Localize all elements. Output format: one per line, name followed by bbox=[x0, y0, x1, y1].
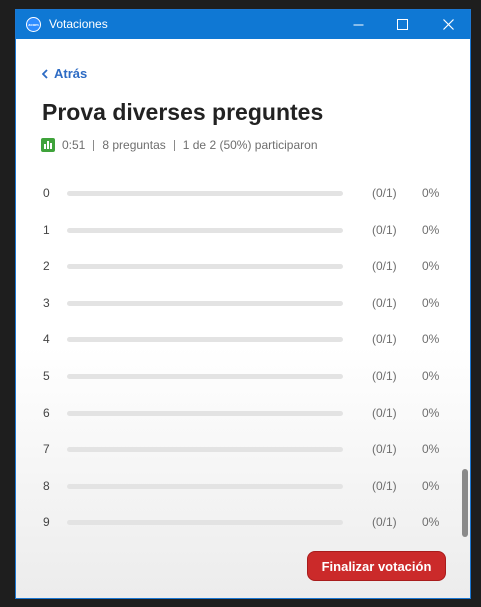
option-percent: 0% bbox=[422, 442, 440, 456]
poll-participation: 1 de 2 (50%) participaron bbox=[182, 138, 318, 152]
option-result-bar bbox=[67, 411, 343, 416]
scrollbar-thumb[interactable] bbox=[462, 469, 468, 537]
back-link[interactable]: Atrás bbox=[42, 66, 87, 81]
option-label: 4 bbox=[43, 332, 50, 346]
option-percent: 0% bbox=[422, 369, 440, 383]
option-result-bar bbox=[67, 264, 343, 269]
poll-title: Prova diverses preguntes bbox=[42, 99, 324, 125]
option-vote-count: (0/1) bbox=[372, 223, 397, 237]
minimize-icon bbox=[353, 24, 363, 26]
option-percent: 0% bbox=[422, 186, 440, 200]
option-row: 5 (0/1) 0% bbox=[16, 366, 470, 386]
option-label: 9 bbox=[43, 515, 50, 529]
option-percent: 0% bbox=[422, 259, 440, 273]
option-row: 0 (0/1) 0% bbox=[16, 183, 470, 203]
option-vote-count: (0/1) bbox=[372, 442, 397, 456]
option-row: 7 (0/1) 0% bbox=[16, 439, 470, 459]
option-row: 9 (0/1) 0% bbox=[16, 512, 470, 532]
option-label: 3 bbox=[43, 296, 50, 310]
option-row: 6 (0/1) 0% bbox=[16, 403, 470, 423]
option-vote-count: (0/1) bbox=[372, 406, 397, 420]
poll-elapsed-time: 0:51 bbox=[62, 138, 86, 152]
window-title: Votaciones bbox=[49, 17, 108, 31]
option-label: 2 bbox=[43, 259, 50, 273]
option-label: 6 bbox=[43, 406, 50, 420]
option-result-bar bbox=[67, 520, 343, 525]
option-vote-count: (0/1) bbox=[372, 479, 397, 493]
poll-chart-icon bbox=[41, 138, 55, 152]
option-vote-count: (0/1) bbox=[372, 369, 397, 383]
title-bar[interactable]: zoom Votaciones bbox=[16, 10, 470, 39]
option-percent: 0% bbox=[422, 332, 440, 346]
option-result-bar bbox=[67, 337, 343, 342]
option-percent: 0% bbox=[422, 515, 440, 529]
divider bbox=[173, 139, 175, 151]
option-vote-count: (0/1) bbox=[372, 332, 397, 346]
option-row: 4 (0/1) 0% bbox=[16, 329, 470, 349]
option-result-bar bbox=[67, 484, 343, 489]
option-row: 2 (0/1) 0% bbox=[16, 256, 470, 276]
minimize-button[interactable] bbox=[336, 10, 380, 39]
option-label: 7 bbox=[43, 442, 50, 456]
option-percent: 0% bbox=[422, 406, 440, 420]
option-percent: 0% bbox=[422, 296, 440, 310]
option-row: 8 (0/1) 0% bbox=[16, 476, 470, 496]
divider bbox=[93, 139, 95, 151]
option-label: 8 bbox=[43, 479, 50, 493]
option-vote-count: (0/1) bbox=[372, 515, 397, 529]
option-result-bar bbox=[67, 228, 343, 233]
option-label: 1 bbox=[43, 223, 50, 237]
option-row: 1 (0/1) 0% bbox=[16, 220, 470, 240]
option-vote-count: (0/1) bbox=[372, 186, 397, 200]
option-result-bar bbox=[67, 374, 343, 379]
poll-question-count: 8 preguntas bbox=[102, 138, 166, 152]
option-percent: 0% bbox=[422, 223, 440, 237]
maximize-button[interactable] bbox=[380, 10, 424, 39]
option-percent: 0% bbox=[422, 479, 440, 493]
poll-results-panel: Atrás Prova diverses preguntes 0:51 8 pr… bbox=[16, 39, 470, 598]
option-result-bar bbox=[67, 191, 343, 196]
zoom-icon: zoom bbox=[26, 17, 41, 32]
end-poll-button[interactable]: Finalizar votación bbox=[307, 551, 446, 581]
option-result-bar bbox=[67, 447, 343, 452]
maximize-icon bbox=[396, 19, 408, 30]
close-icon bbox=[442, 19, 454, 30]
option-vote-count: (0/1) bbox=[372, 259, 397, 273]
back-link-label[interactable]: Atrás bbox=[54, 66, 87, 81]
option-label: 0 bbox=[43, 186, 50, 200]
poll-meta: 0:51 8 preguntas 1 de 2 (50%) participar… bbox=[41, 138, 318, 152]
option-vote-count: (0/1) bbox=[372, 296, 397, 310]
chevron-left-icon bbox=[42, 68, 48, 79]
option-row: 3 (0/1) 0% bbox=[16, 293, 470, 313]
option-label: 5 bbox=[43, 369, 50, 383]
option-result-bar bbox=[67, 301, 343, 306]
polls-window: zoom Votaciones Atrás Prova diverses pre… bbox=[15, 9, 471, 599]
close-button[interactable] bbox=[426, 10, 470, 39]
